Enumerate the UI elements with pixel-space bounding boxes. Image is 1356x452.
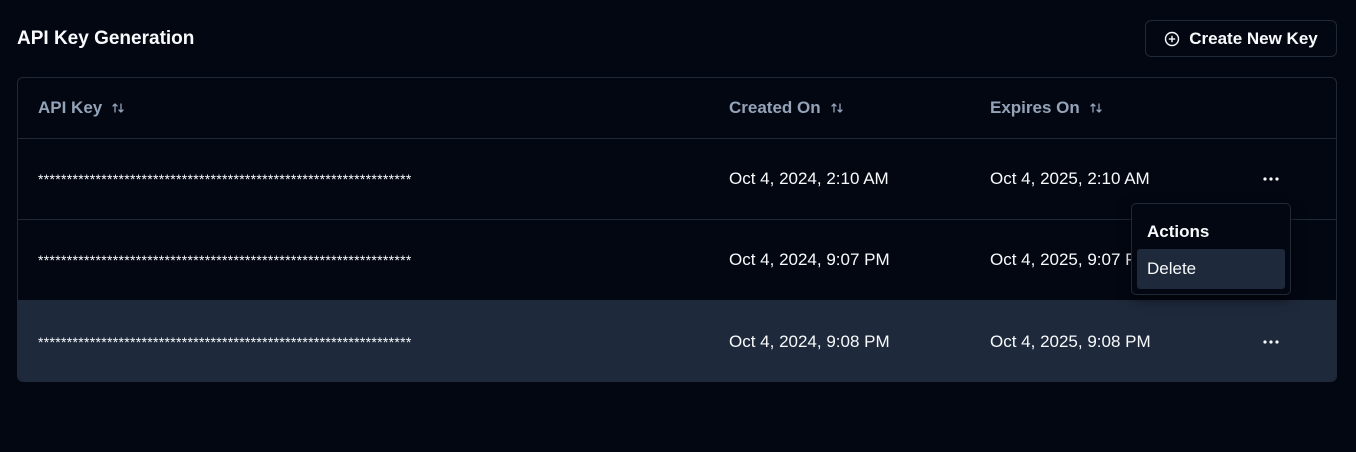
- created-on-value: Oct 4, 2024, 2:10 AM: [729, 169, 889, 188]
- expires-on-value: Oct 4, 2025, 9:07 PM: [990, 250, 1151, 269]
- api-key-value: ****************************************…: [38, 333, 412, 350]
- delete-menu-item[interactable]: Delete: [1137, 249, 1285, 289]
- page-title: API Key Generation: [17, 28, 195, 49]
- column-header-created-on[interactable]: Created On: [729, 78, 844, 138]
- ellipsis-icon[interactable]: [1256, 327, 1286, 357]
- expires-on-value: Oct 4, 2025, 2:10 AM: [990, 169, 1150, 188]
- page-header: API Key Generation Create New Key: [17, 20, 1337, 58]
- actions-dropdown-menu: Actions Delete: [1131, 203, 1291, 295]
- ellipsis-icon[interactable]: [1256, 164, 1286, 194]
- expires-on-value: Oct 4, 2025, 9:08 PM: [990, 331, 1151, 351]
- sort-arrows-icon[interactable]: [111, 101, 125, 115]
- sort-arrows-icon[interactable]: [830, 101, 844, 115]
- created-on-value: Oct 4, 2024, 9:07 PM: [729, 250, 890, 269]
- table-header-row: API Key Created On Expires On: [18, 78, 1336, 139]
- table-row: ****************************************…: [18, 301, 1336, 381]
- created-on-value: Oct 4, 2024, 9:08 PM: [729, 331, 890, 351]
- create-new-key-button[interactable]: Create New Key: [1145, 20, 1337, 57]
- api-key-value: ****************************************…: [38, 252, 412, 268]
- create-new-key-label: Create New Key: [1189, 28, 1318, 48]
- actions-menu-title: Actions: [1147, 222, 1210, 241]
- column-header-api-key[interactable]: API Key: [38, 78, 125, 138]
- plus-circle-icon: [1164, 31, 1180, 47]
- api-key-value: ****************************************…: [38, 171, 412, 187]
- column-header-expires-on[interactable]: Expires On: [990, 78, 1103, 138]
- sort-arrows-icon[interactable]: [1089, 101, 1103, 115]
- row-actions-cell: [1256, 301, 1286, 381]
